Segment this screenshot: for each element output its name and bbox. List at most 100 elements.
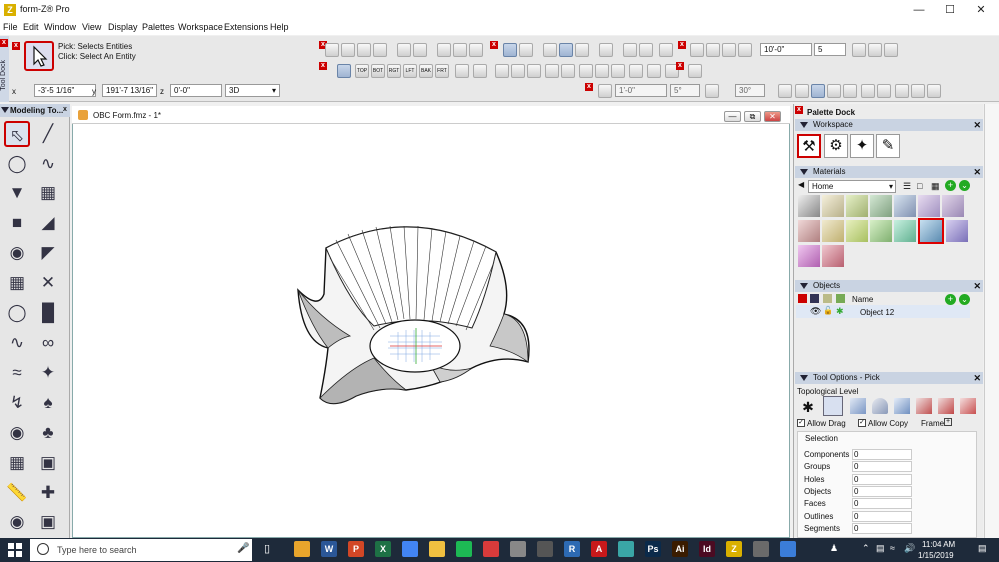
tray-chevron-icon[interactable]: ⌃ bbox=[862, 543, 870, 554]
rotate-view-icon[interactable] bbox=[527, 64, 541, 78]
menu-display[interactable]: Display bbox=[108, 22, 138, 32]
view-left-button[interactable]: LFT bbox=[403, 64, 417, 78]
objects-header[interactable]: Objects ✕ bbox=[795, 280, 983, 292]
grid-size-field[interactable]: 10'-0" bbox=[760, 43, 812, 56]
material-swatch[interactable] bbox=[894, 220, 916, 242]
allow-copy-checkbox[interactable]: ✓ bbox=[858, 419, 866, 427]
mode-select[interactable]: 3D ▾ bbox=[225, 84, 280, 97]
material-swatch[interactable] bbox=[946, 220, 968, 242]
select-column-icon[interactable] bbox=[798, 294, 807, 303]
material-options-icon[interactable]: ⌄ bbox=[959, 180, 970, 191]
clock-time[interactable]: 11:04 AM bbox=[922, 540, 955, 549]
menu-palettes[interactable]: Palettes bbox=[142, 22, 175, 32]
eye-icon[interactable]: 👁 bbox=[810, 306, 821, 317]
zoom-out-icon[interactable] bbox=[611, 64, 625, 78]
derive-tool-icon[interactable]: ▦ bbox=[35, 180, 61, 206]
taskbar-app-app-teal-icon[interactable] bbox=[618, 541, 634, 557]
add-object-icon[interactable]: + bbox=[945, 294, 956, 305]
menu-file[interactable]: File bbox=[3, 22, 18, 32]
snap-icon[interactable] bbox=[852, 43, 866, 57]
move-icon[interactable] bbox=[738, 43, 752, 57]
view-back-button[interactable]: BAK bbox=[419, 64, 433, 78]
menu-edit[interactable]: Edit bbox=[23, 22, 39, 32]
material-swatch[interactable] bbox=[798, 220, 820, 242]
minimize-button[interactable]: — bbox=[903, 2, 935, 18]
trash-tool-icon[interactable]: ▣ bbox=[35, 509, 61, 535]
camera-icon[interactable] bbox=[473, 64, 487, 78]
taskbar-app-photos-icon[interactable] bbox=[753, 541, 769, 557]
angle-step-field[interactable]: 5° bbox=[670, 84, 700, 97]
view-settings-icon[interactable] bbox=[688, 64, 702, 78]
close-button[interactable]: ✕ bbox=[965, 2, 997, 18]
measure-tool-icon[interactable]: 📏 bbox=[4, 480, 30, 506]
view-right-button[interactable]: RGT bbox=[387, 64, 401, 78]
modeling-workspace-icon[interactable]: ⚒ bbox=[797, 134, 821, 158]
snap-point-icon[interactable] bbox=[795, 84, 809, 98]
pan-hand-icon[interactable] bbox=[561, 64, 575, 78]
move-view-icon[interactable] bbox=[511, 64, 525, 78]
check-grid-icon[interactable] bbox=[659, 43, 673, 57]
collapse-triangle-icon[interactable] bbox=[1, 107, 9, 113]
pipe-tool-icon[interactable]: ↯ bbox=[4, 390, 30, 416]
axis-icon[interactable] bbox=[706, 43, 720, 57]
zoom-toolbar-close-icon[interactable]: x bbox=[676, 62, 684, 70]
material-swatch[interactable] bbox=[822, 195, 844, 217]
shaded-icon[interactable] bbox=[543, 43, 557, 57]
tool-options-header[interactable]: Tool Options - Pick ✕ bbox=[795, 372, 983, 384]
copy-icon[interactable] bbox=[453, 43, 467, 57]
modeling-tools-header[interactable]: Modeling To... bbox=[0, 104, 70, 117]
grid-toggle-icon[interactable] bbox=[884, 43, 898, 57]
sweep-tool-icon[interactable]: ◢ bbox=[35, 210, 61, 236]
no-snap-icon[interactable] bbox=[778, 84, 792, 98]
cone-tool-icon[interactable]: ▼ bbox=[4, 180, 30, 206]
materials-close-icon[interactable]: ✕ bbox=[973, 168, 981, 177]
sphere-render-icon[interactable] bbox=[575, 43, 589, 57]
taskbar-app-revit-icon[interactable]: R bbox=[564, 541, 580, 557]
save-icon[interactable] bbox=[373, 43, 387, 57]
view-toolbar-close-icon[interactable]: x bbox=[319, 62, 327, 70]
doc-close-button[interactable]: ✕ bbox=[764, 111, 781, 122]
taskbar-app-excel-icon[interactable]: X bbox=[375, 541, 391, 557]
materials-header[interactable]: Materials ✕ bbox=[795, 166, 983, 178]
rotate-angle-icon[interactable] bbox=[705, 84, 719, 98]
pen-icon[interactable] bbox=[623, 43, 637, 57]
cylinder-tool-icon[interactable]: █ bbox=[35, 300, 61, 326]
y-coordinate-field[interactable]: 191'-7 13/16" bbox=[102, 84, 157, 97]
snap-perp-icon[interactable] bbox=[861, 84, 875, 98]
redo-icon[interactable] bbox=[413, 43, 427, 57]
axes-tool-icon[interactable]: ✚ bbox=[35, 480, 61, 506]
notification-icon[interactable]: ▤ bbox=[978, 543, 987, 554]
snap-more-icon[interactable] bbox=[927, 84, 941, 98]
walk-icon[interactable] bbox=[545, 64, 559, 78]
workspace-header[interactable]: Workspace ✕ bbox=[795, 119, 983, 131]
grid-count-field[interactable]: 5 bbox=[814, 43, 846, 56]
allow-drag-checkbox[interactable]: ✓ bbox=[797, 419, 805, 427]
tile-view-icon[interactable]: □ bbox=[917, 181, 922, 191]
x-coordinate-field[interactable]: -3'-5 1/16" bbox=[34, 84, 96, 97]
taskbar-app-chrome-icon[interactable] bbox=[294, 541, 310, 557]
lock-column-icon[interactable] bbox=[823, 294, 832, 303]
topology-face-icon[interactable] bbox=[894, 398, 910, 414]
material-swatch[interactable] bbox=[798, 245, 820, 267]
taskbar-app-formz-icon[interactable]: Z bbox=[726, 541, 742, 557]
render-icon[interactable] bbox=[599, 43, 613, 57]
grid-add-tool-icon[interactable]: ▦ bbox=[4, 270, 30, 296]
material-swatch[interactable] bbox=[870, 195, 892, 217]
group-tool-icon[interactable]: ♣ bbox=[35, 420, 61, 446]
surface-tool-icon[interactable]: ≈ bbox=[4, 360, 30, 386]
angle-toolbar-close-icon[interactable]: x bbox=[585, 83, 593, 91]
material-swatch-selected[interactable] bbox=[918, 218, 944, 244]
split-tool-icon[interactable]: ✕ bbox=[35, 270, 61, 296]
line-tool-icon[interactable]: ╱ bbox=[35, 121, 61, 147]
material-library-select[interactable]: Home ▾ bbox=[808, 180, 896, 193]
torus-tool-icon[interactable]: ◉ bbox=[4, 420, 30, 446]
transform-tool-icon[interactable]: ✦ bbox=[35, 360, 61, 386]
topology-outline-icon[interactable] bbox=[872, 398, 888, 414]
model-viewport[interactable] bbox=[290, 218, 540, 410]
volume-icon[interactable]: 🔊 bbox=[904, 543, 915, 554]
orbit-icon[interactable] bbox=[495, 64, 509, 78]
snap-center-icon[interactable] bbox=[895, 84, 909, 98]
menu-help[interactable]: Help bbox=[270, 22, 289, 32]
disk-icon[interactable] bbox=[357, 43, 371, 57]
pick-panel-close-icon[interactable]: x bbox=[12, 42, 20, 50]
